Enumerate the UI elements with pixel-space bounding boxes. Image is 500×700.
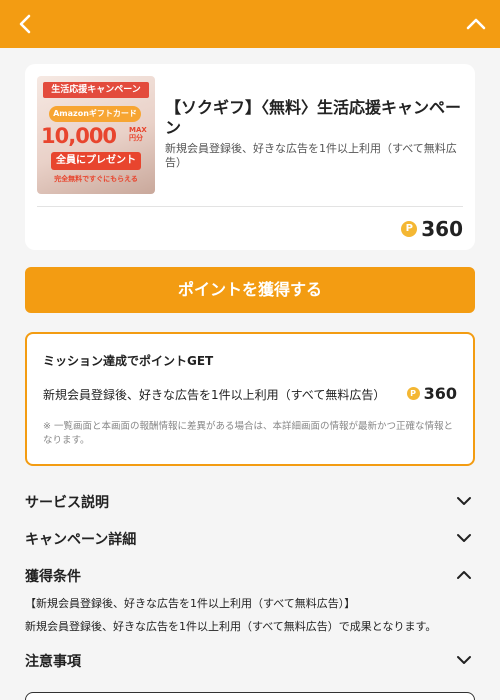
thumb-max: MAX 円分 <box>129 126 147 142</box>
campaign-thumbnail: 生活応援キャンペーン Amazonギフトカード 10,000 MAX 円分 全員… <box>37 76 155 194</box>
get-points-button[interactable]: ポイントを獲得する <box>25 267 475 313</box>
accordion-label: 注意事項 <box>25 654 81 670</box>
mission-heading: ミッション達成でポイントGET <box>43 354 214 368</box>
accordion-notes[interactable]: 注意事項 <box>25 647 475 673</box>
conditions-line-1: 【新規会員登録後、好きな広告を1件以上利用（すべて無料広告）】 <box>25 597 356 610</box>
thumb-footer: 完全無料ですぐにもらえる <box>54 175 138 183</box>
point-coin-icon: P <box>401 221 418 237</box>
chevron-down-icon <box>457 534 471 542</box>
campaign-points: P 360 <box>401 216 463 242</box>
thumb-badge: Amazonギフトカード <box>49 106 141 122</box>
conditions-line-2: 新規会員登録後、好きな広告を1件以上利用（すべて無料広告）で成果となります。 <box>25 620 437 633</box>
points-value: 360 <box>421 217 463 241</box>
thumb-present: 全員にプレゼント <box>51 152 141 170</box>
campaign-description: 新規会員登録後、好きな広告を1件以上利用（すべて無料広告） <box>165 142 457 169</box>
chevron-up-icon <box>457 571 471 579</box>
thumb-amount: 10,000 <box>41 124 117 148</box>
accordion-label: キャンペーン詳細 <box>25 532 137 548</box>
campaign-title: 【ソクギフ】〈無料〉生活応援キャンペーン <box>165 98 462 137</box>
accordion-label: サービス説明 <box>25 495 109 511</box>
chevron-left-icon[interactable] <box>12 10 40 38</box>
divider <box>37 206 463 207</box>
chevron-down-icon <box>457 656 471 664</box>
top-bar <box>0 0 500 48</box>
mission-label: 新規会員登録後、好きな広告を1件以上利用（すべて無料広告） <box>43 388 386 402</box>
thumb-banner: 生活応援キャンペーン <box>43 82 149 98</box>
accordion-campaign-detail[interactable]: キャンペーン詳細 <box>25 525 475 551</box>
accordion-label: 獲得条件 <box>25 569 81 585</box>
mission-box: ミッション達成でポイントGET 新規会員登録後、好きな広告を1件以上利用（すべて… <box>25 332 475 466</box>
accordion-conditions[interactable]: 獲得条件 <box>25 562 475 588</box>
bottom-panel[interactable] <box>25 692 475 700</box>
chevron-down-icon <box>457 497 471 505</box>
mission-points-value: 360 <box>423 384 457 403</box>
campaign-card: 生活応援キャンペーン Amazonギフトカード 10,000 MAX 円分 全員… <box>25 64 475 250</box>
mission-points: P 360 <box>406 384 457 403</box>
point-coin-icon: P <box>406 387 420 400</box>
mission-note: ※ 一覧画面と本画面の報酬情報に差異がある場合は、本詳細画面の情報が最新かつ正確… <box>43 421 453 446</box>
accordion-service[interactable]: サービス説明 <box>25 488 475 514</box>
chevron-up-icon[interactable] <box>462 10 490 38</box>
